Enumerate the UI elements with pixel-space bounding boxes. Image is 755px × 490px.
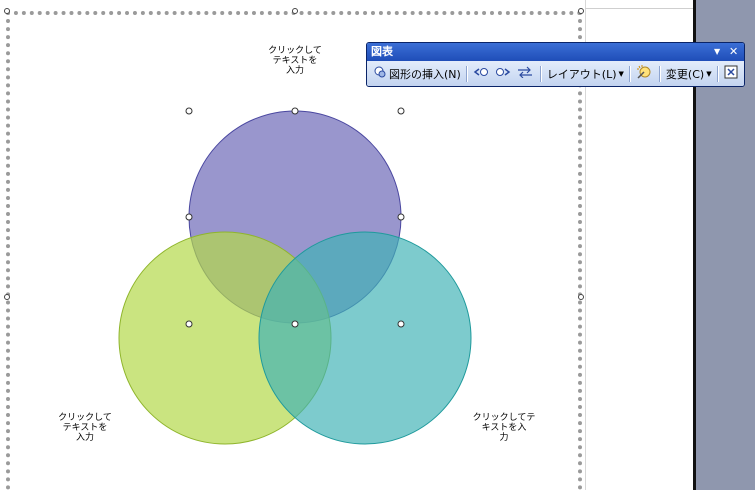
label-right[interactable]: クリックしてテ キストを入 力 <box>472 413 536 443</box>
shape-handle[interactable] <box>185 213 193 221</box>
label-left[interactable]: クリックして テキストを 入力 <box>56 413 114 443</box>
shape-handle[interactable] <box>185 320 193 328</box>
toolbar-separator <box>539 65 542 82</box>
toolbar-separator <box>465 65 468 82</box>
move-forward-icon <box>495 66 511 81</box>
toolbar-separator <box>716 65 719 82</box>
change-diagram-dropdown[interactable]: 変更(C) ▼ <box>664 64 714 84</box>
move-shape-forward-button[interactable] <box>493 64 515 84</box>
chevron-down-icon: ▼ <box>618 69 624 78</box>
close-icon[interactable]: ✕ <box>729 43 738 61</box>
layout-label: レイアウト(L) <box>546 67 617 81</box>
toolbar-separator <box>658 65 661 82</box>
diagram-toolbar[interactable]: 図表 ▼ ✕ 図形の挿入(N) レイアウト(L) ▼ 変更(C) ▼ <box>366 42 745 87</box>
layout-dropdown[interactable]: レイアウト(L) ▼ <box>545 64 626 84</box>
reverse-arrows-icon <box>517 66 533 81</box>
label-top[interactable]: クリックして テキストを 入力 <box>266 46 324 76</box>
insert-shape-label: 図形の挿入(N) <box>389 67 461 81</box>
move-backward-icon <box>473 66 489 81</box>
shape-handle[interactable] <box>397 107 405 115</box>
move-shape-backward-button[interactable] <box>471 64 493 84</box>
autoformat-icon <box>636 64 652 83</box>
fit-to-contents-icon <box>724 65 738 82</box>
fit-diagram-button[interactable] <box>722 64 742 84</box>
venn-circle-right[interactable] <box>258 231 472 445</box>
toolbar-buttons: 図形の挿入(N) レイアウト(L) ▼ 変更(C) ▼ <box>367 61 744 86</box>
insert-shape-button[interactable]: 図形の挿入(N) <box>371 64 463 84</box>
shape-handle[interactable] <box>397 320 405 328</box>
shape-handle[interactable] <box>291 107 299 115</box>
change-label: 変更(C) <box>665 67 705 81</box>
shape-handle[interactable] <box>397 213 405 221</box>
reverse-diagram-button[interactable] <box>515 64 537 84</box>
toolbar-title: 図表 <box>371 45 393 58</box>
toolbar-options-icon[interactable]: ▼ <box>714 43 720 61</box>
toolbar-separator <box>628 65 631 82</box>
insert-shape-icon <box>373 65 387 82</box>
autoformat-button[interactable] <box>634 64 656 84</box>
chevron-down-icon: ▼ <box>706 69 712 78</box>
shape-handle[interactable] <box>291 320 299 328</box>
toolbar-titlebar[interactable]: 図表 ▼ ✕ <box>367 43 744 61</box>
shape-handle[interactable] <box>185 107 193 115</box>
